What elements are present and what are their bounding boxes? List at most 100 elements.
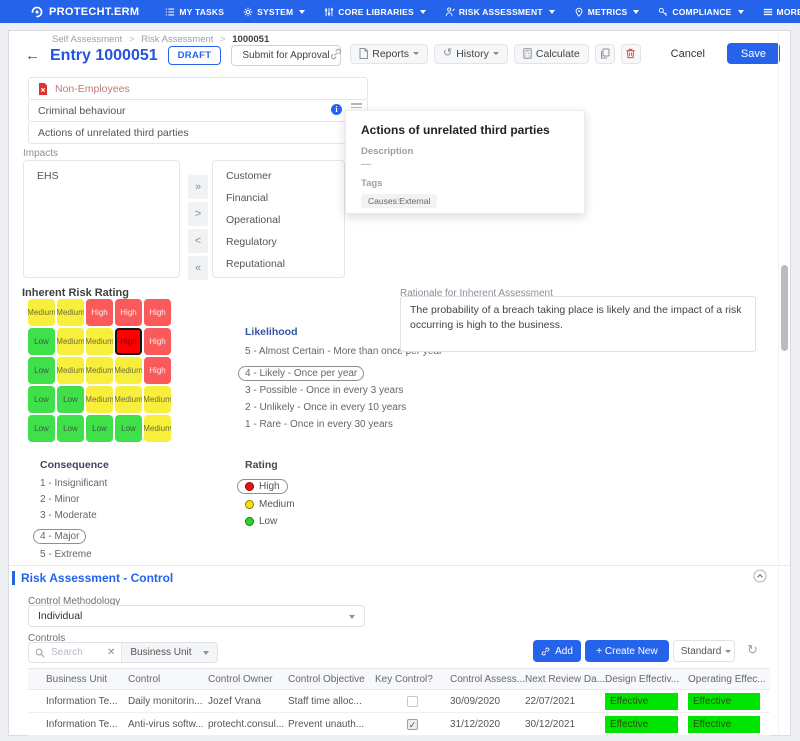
nav-system[interactable]: SYSTEM — [243, 7, 305, 17]
transfer-button[interactable]: > — [188, 202, 208, 226]
delete-button[interactable] — [621, 44, 641, 64]
reports-button[interactable]: Reports — [350, 44, 428, 64]
impact-available-item[interactable]: Regulatory — [213, 231, 344, 253]
rating-option[interactable]: Low — [245, 516, 375, 527]
matrix-cell[interactable]: Low — [28, 357, 55, 384]
key-control-checkbox[interactable] — [407, 696, 418, 707]
matrix-cell[interactable]: High — [115, 328, 142, 355]
nav-core-libraries[interactable]: CORE LIBRARIES — [324, 7, 426, 17]
impact-available-item[interactable]: Customer — [213, 165, 344, 187]
risk-field[interactable]: Criminal behaviour — [28, 99, 368, 122]
column-header[interactable]: Key Control? — [375, 674, 450, 685]
rating-option[interactable]: High — [237, 479, 288, 494]
matrix-cell[interactable]: Low — [28, 328, 55, 355]
control-methodology-select[interactable]: Individual — [28, 605, 365, 627]
matrix-cell[interactable]: Low — [57, 386, 84, 413]
matrix-cell[interactable]: High — [115, 299, 142, 326]
clear-search-icon[interactable]: ✕ — [101, 647, 121, 658]
breadcrumb-link[interactable]: Risk Assessment — [141, 34, 213, 45]
matrix-cell[interactable]: Low — [115, 415, 142, 442]
create-new-button[interactable]: + Create New — [585, 640, 669, 662]
matrix-cell[interactable]: Medium — [57, 299, 84, 326]
link-icon[interactable] — [330, 48, 342, 60]
history-button[interactable]: ↺ History — [434, 44, 508, 64]
calculate-button[interactable]: Calculate — [514, 44, 589, 64]
matrix-cell[interactable]: Low — [86, 415, 113, 442]
column-header[interactable]: Control Assess... — [450, 674, 525, 685]
column-header[interactable]: Control — [128, 674, 208, 685]
matrix-cell[interactable]: Low — [28, 386, 55, 413]
business-unit-filter[interactable]: Business Unit — [121, 643, 217, 662]
impacts-available-list[interactable]: CustomerFinancialOperationalRegulatoryRe… — [212, 160, 345, 278]
impact-available-item[interactable]: Financial — [213, 187, 344, 209]
cancel-button[interactable]: Cancel — [665, 47, 711, 61]
likelihood-option[interactable]: 2 - Unlikely - Once in every 10 years — [245, 402, 460, 413]
add-button[interactable]: Add — [533, 640, 581, 662]
matrix-cell[interactable]: Medium — [57, 357, 84, 384]
rating-option[interactable]: Medium — [245, 499, 375, 510]
nav-risk-assessment[interactable]: RISK ASSESSMENT — [445, 7, 555, 17]
impact-available-item[interactable]: Reputational — [213, 253, 344, 275]
brand-logo[interactable]: PROTECHT.ERM — [30, 5, 139, 19]
risk-cause-field[interactable]: Actions of unrelated third parties — [28, 121, 368, 144]
save-button[interactable]: Save — [727, 43, 780, 64]
matrix-cell[interactable]: Low — [57, 415, 84, 442]
consequence-option[interactable]: 1 - Insignificant — [40, 478, 200, 489]
matrix-cell[interactable]: Medium — [86, 328, 113, 355]
history-icon: ↺ — [443, 48, 452, 59]
nav-more[interactable]: MORE — [763, 7, 800, 17]
matrix-cell[interactable]: High — [144, 328, 171, 355]
matrix-cell[interactable]: Medium — [28, 299, 55, 326]
matrix-cell[interactable]: Medium — [115, 357, 142, 384]
nav-metrics[interactable]: METRICS — [574, 7, 640, 17]
refresh-icon[interactable]: ↻ — [741, 641, 764, 659]
info-icon[interactable]: i — [331, 104, 342, 115]
matrix-cell[interactable]: Medium — [144, 386, 171, 413]
table-row[interactable]: Information Te...Anti-virus softw...prot… — [28, 713, 770, 736]
matrix-cell[interactable]: High — [144, 299, 171, 326]
risk-category-field[interactable]: Non-Employees — [28, 77, 368, 100]
breadcrumb-link[interactable]: Self Assessment — [52, 34, 122, 45]
view-standard-button[interactable]: Standard — [673, 640, 735, 662]
matrix-cell[interactable]: Medium — [144, 415, 171, 442]
scrollbar-track[interactable] — [778, 31, 791, 735]
column-header[interactable]: Design Effectiv... — [605, 674, 688, 685]
copy-button[interactable] — [595, 44, 615, 64]
matrix-cell[interactable]: Medium — [86, 386, 113, 413]
submit-for-approval-button[interactable]: Submit for Approval — [231, 45, 340, 66]
matrix-cell[interactable]: High — [144, 357, 171, 384]
transfer-button[interactable]: « — [188, 256, 208, 280]
likelihood-option[interactable]: 1 - Rare - Once in every 30 years — [245, 419, 460, 430]
collapse-section-icon[interactable] — [753, 569, 767, 583]
table-row[interactable]: Information Te...Daily monitorin...Jozef… — [28, 690, 770, 713]
consequence-option[interactable]: 5 - Extreme — [40, 549, 200, 560]
column-header[interactable]: Operating Effec... — [688, 674, 770, 685]
impacts-selected-list[interactable]: EHS — [23, 160, 180, 278]
scrollbar-thumb[interactable] — [781, 265, 788, 351]
nav-compliance[interactable]: COMPLIANCE — [658, 7, 743, 17]
back-button[interactable]: ← — [25, 48, 40, 63]
impact-available-item[interactable]: Operational — [213, 209, 344, 231]
impact-selected-item[interactable]: EHS — [24, 165, 179, 187]
effectiveness-badge: Effective — [605, 716, 678, 733]
column-header[interactable]: Business Unit — [28, 674, 128, 685]
likelihood-option[interactable]: 4 - Likely - Once per year — [238, 366, 364, 381]
column-header[interactable]: Next Review Da... — [525, 674, 605, 685]
column-header[interactable]: Control Owner — [208, 674, 288, 685]
likelihood-option[interactable]: 3 - Possible - Once in every 3 years — [245, 385, 460, 396]
consequence-option[interactable]: 2 - Minor — [40, 494, 200, 505]
matrix-cell[interactable]: Medium — [115, 386, 142, 413]
matrix-cell[interactable]: High — [86, 299, 113, 326]
consequence-option[interactable]: 4 - Major — [33, 529, 86, 544]
matrix-cell[interactable]: Low — [28, 415, 55, 442]
rationale-textarea[interactable]: The probability of a breach taking place… — [400, 296, 756, 352]
matrix-cell[interactable]: Medium — [86, 357, 113, 384]
nav-my-tasks[interactable]: MY TASKS — [165, 7, 224, 17]
column-header[interactable]: Control Objective — [288, 674, 375, 685]
transfer-button[interactable]: » — [188, 175, 208, 199]
matrix-cell[interactable]: Medium — [57, 328, 84, 355]
consequence-option[interactable]: 3 - Moderate — [40, 510, 200, 521]
search-input[interactable] — [49, 646, 101, 659]
transfer-button[interactable]: < — [188, 229, 208, 253]
key-control-checkbox[interactable]: ✓ — [407, 719, 418, 730]
